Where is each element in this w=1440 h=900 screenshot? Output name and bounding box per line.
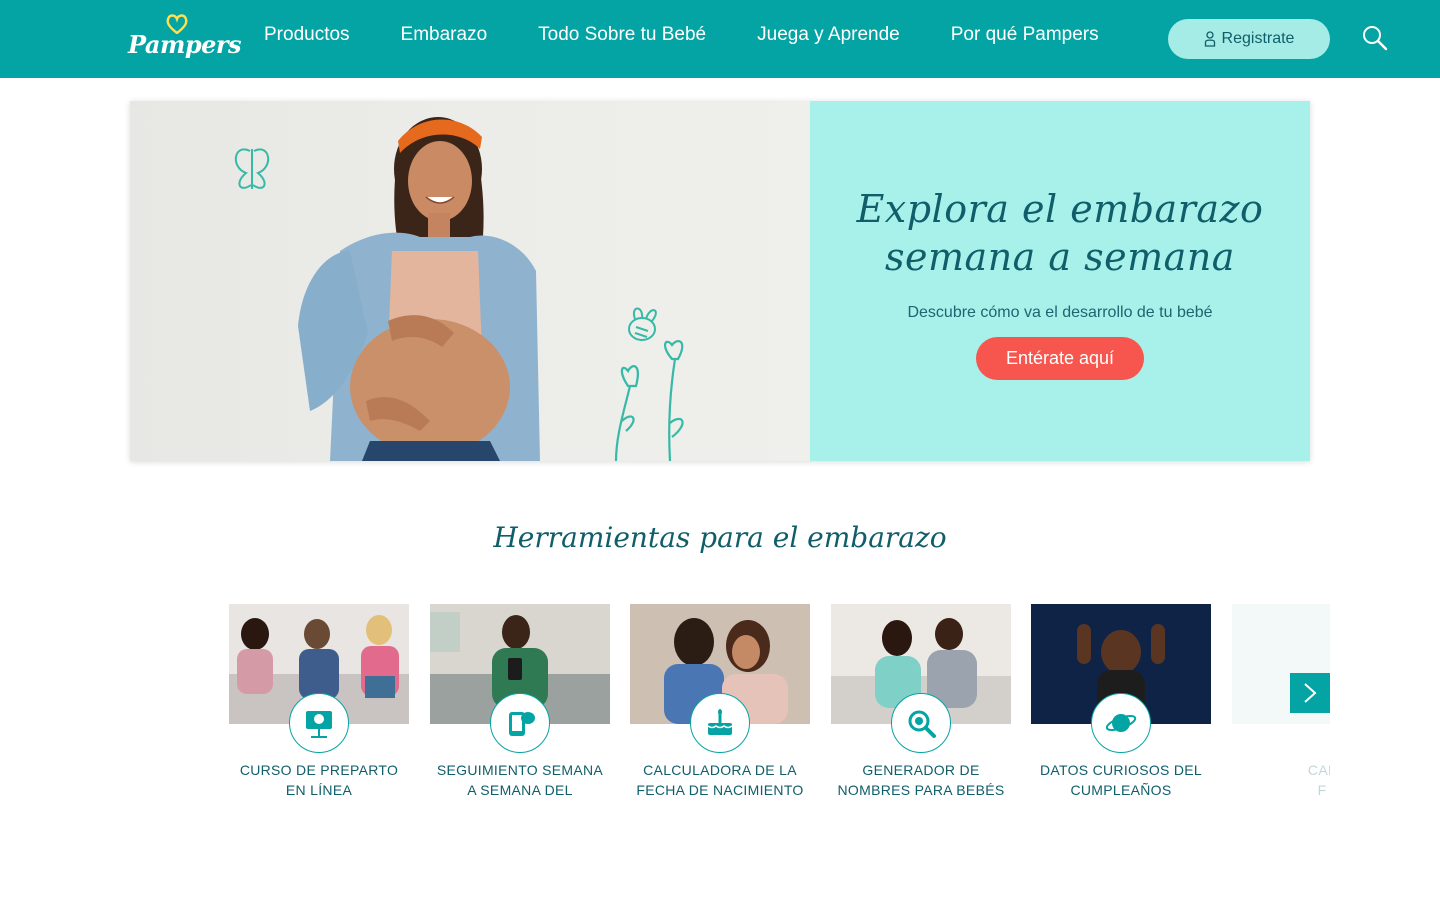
user-icon: [1204, 31, 1215, 47]
top-navigation-bar: Pampers Productos Embarazo Todo Sobre tu…: [0, 0, 1440, 78]
tool-label-line-2: FECHA DE NACIMIENTO: [636, 782, 804, 798]
search-icon[interactable]: [1362, 25, 1388, 51]
nav-item-por-que-pampers[interactable]: Por qué Pampers: [951, 24, 1099, 46]
tool-label-line-1: DATOS CURIOSOS DEL: [1039, 762, 1203, 778]
carousel-next-button[interactable]: [1290, 673, 1330, 713]
tool-label: DATOS CURIOSOS DEL CUMPLEAÑOS: [1021, 760, 1221, 800]
planet-icon: [1091, 693, 1151, 753]
hero-subtitle: Descubre cómo va el desarrollo de tu beb…: [907, 304, 1213, 321]
tool-label: GENERADOR DE NOMBRES PARA BEBÉS: [821, 760, 1021, 800]
tool-label-line-1: SEGUIMIENTO SEMANA: [436, 762, 604, 778]
bee-doodle: [628, 307, 657, 341]
hero-text-panel: Explora el embarazo semana a semana Desc…: [810, 101, 1310, 461]
tool-label-line-1: GENERADOR DE: [862, 762, 980, 778]
hero-title-line-2: semana a semana: [885, 235, 1235, 279]
logo-wordmark: Pampers: [128, 30, 242, 59]
butterfly-doodle: [235, 148, 269, 189]
tool-label-line-1: CAL: [1307, 762, 1330, 778]
enterate-aqui-button[interactable]: Entérate aquí: [976, 337, 1144, 380]
pampers-logo[interactable]: Pampers: [128, 14, 242, 60]
tool-label-line-2: CUMPLEAÑOS: [1070, 782, 1172, 798]
nav-item-embarazo[interactable]: Embarazo: [401, 24, 488, 46]
register-label: Registrate: [1221, 30, 1295, 47]
tool-label-line-2: A SEMANA DEL: [467, 782, 573, 798]
tool-label-line-2: F: [1317, 782, 1327, 798]
hero-banner: Explora el embarazo semana a semana Desc…: [130, 101, 1310, 461]
nav-item-productos[interactable]: Productos: [264, 24, 350, 46]
register-button[interactable]: Registrate: [1168, 19, 1330, 59]
magnifier-icon: [891, 693, 951, 753]
tool-label: CALCULADORA DE LA FECHA DE NACIMIENTO: [620, 760, 820, 800]
woman-illustration: [298, 117, 540, 461]
tool-card-generador-nombres[interactable]: GENERADOR DE NOMBRES PARA BEBÉS: [831, 604, 1011, 814]
nav-item-juega-y-aprende[interactable]: Juega y Aprende: [757, 24, 900, 46]
birthday-cake-icon: [690, 693, 750, 753]
flower-doodle: [614, 340, 684, 461]
tool-label-line-2: NOMBRES PARA BEBÉS: [837, 782, 1005, 798]
tool-label: CURSO DE PREPARTO EN LÍNEA: [229, 760, 419, 800]
tool-card-curso-preparto[interactable]: CURSO DE PREPARTO EN LÍNEA: [229, 604, 409, 814]
main-nav: Productos Embarazo Todo Sobre tu Bebé Ju…: [264, 24, 1099, 46]
tools-section-title: Herramientas para el embarazo: [493, 521, 947, 554]
hero-title-line-1: Explora el embarazo: [856, 187, 1264, 231]
tool-card-seguimiento-semana[interactable]: SEGUIMIENTO SEMANA A SEMANA DEL: [430, 604, 610, 814]
pregnant-woman-photo: [130, 101, 810, 461]
hero-title: Explora el embarazo semana a semana: [810, 185, 1310, 281]
nav-item-todo-sobre-tu-bebe[interactable]: Todo Sobre tu Bebé: [538, 24, 706, 46]
tool-label-line-1: CALCULADORA DE LA: [643, 762, 797, 778]
chevron-right-icon: [1304, 683, 1317, 703]
tool-card-calculadora-fecha[interactable]: CALCULADORA DE LA FECHA DE NACIMIENTO: [630, 604, 810, 814]
phone-chat-icon: [490, 693, 550, 753]
tool-label: SEGUIMIENTO SEMANA A SEMANA DEL: [420, 760, 620, 800]
tools-carousel: CURSO DE PREPARTO EN LÍNEA SEGUIMIENTO S…: [229, 604, 1330, 824]
tool-card-datos-curiosos[interactable]: DATOS CURIOSOS DEL CUMPLEAÑOS: [1031, 604, 1211, 814]
tool-label-line-1: CURSO DE PREPARTO: [239, 762, 399, 778]
tool-label-line-2: EN LÍNEA: [285, 782, 353, 798]
tool-label: CAL F: [1222, 760, 1330, 800]
presentation-baby-icon: [289, 693, 349, 753]
